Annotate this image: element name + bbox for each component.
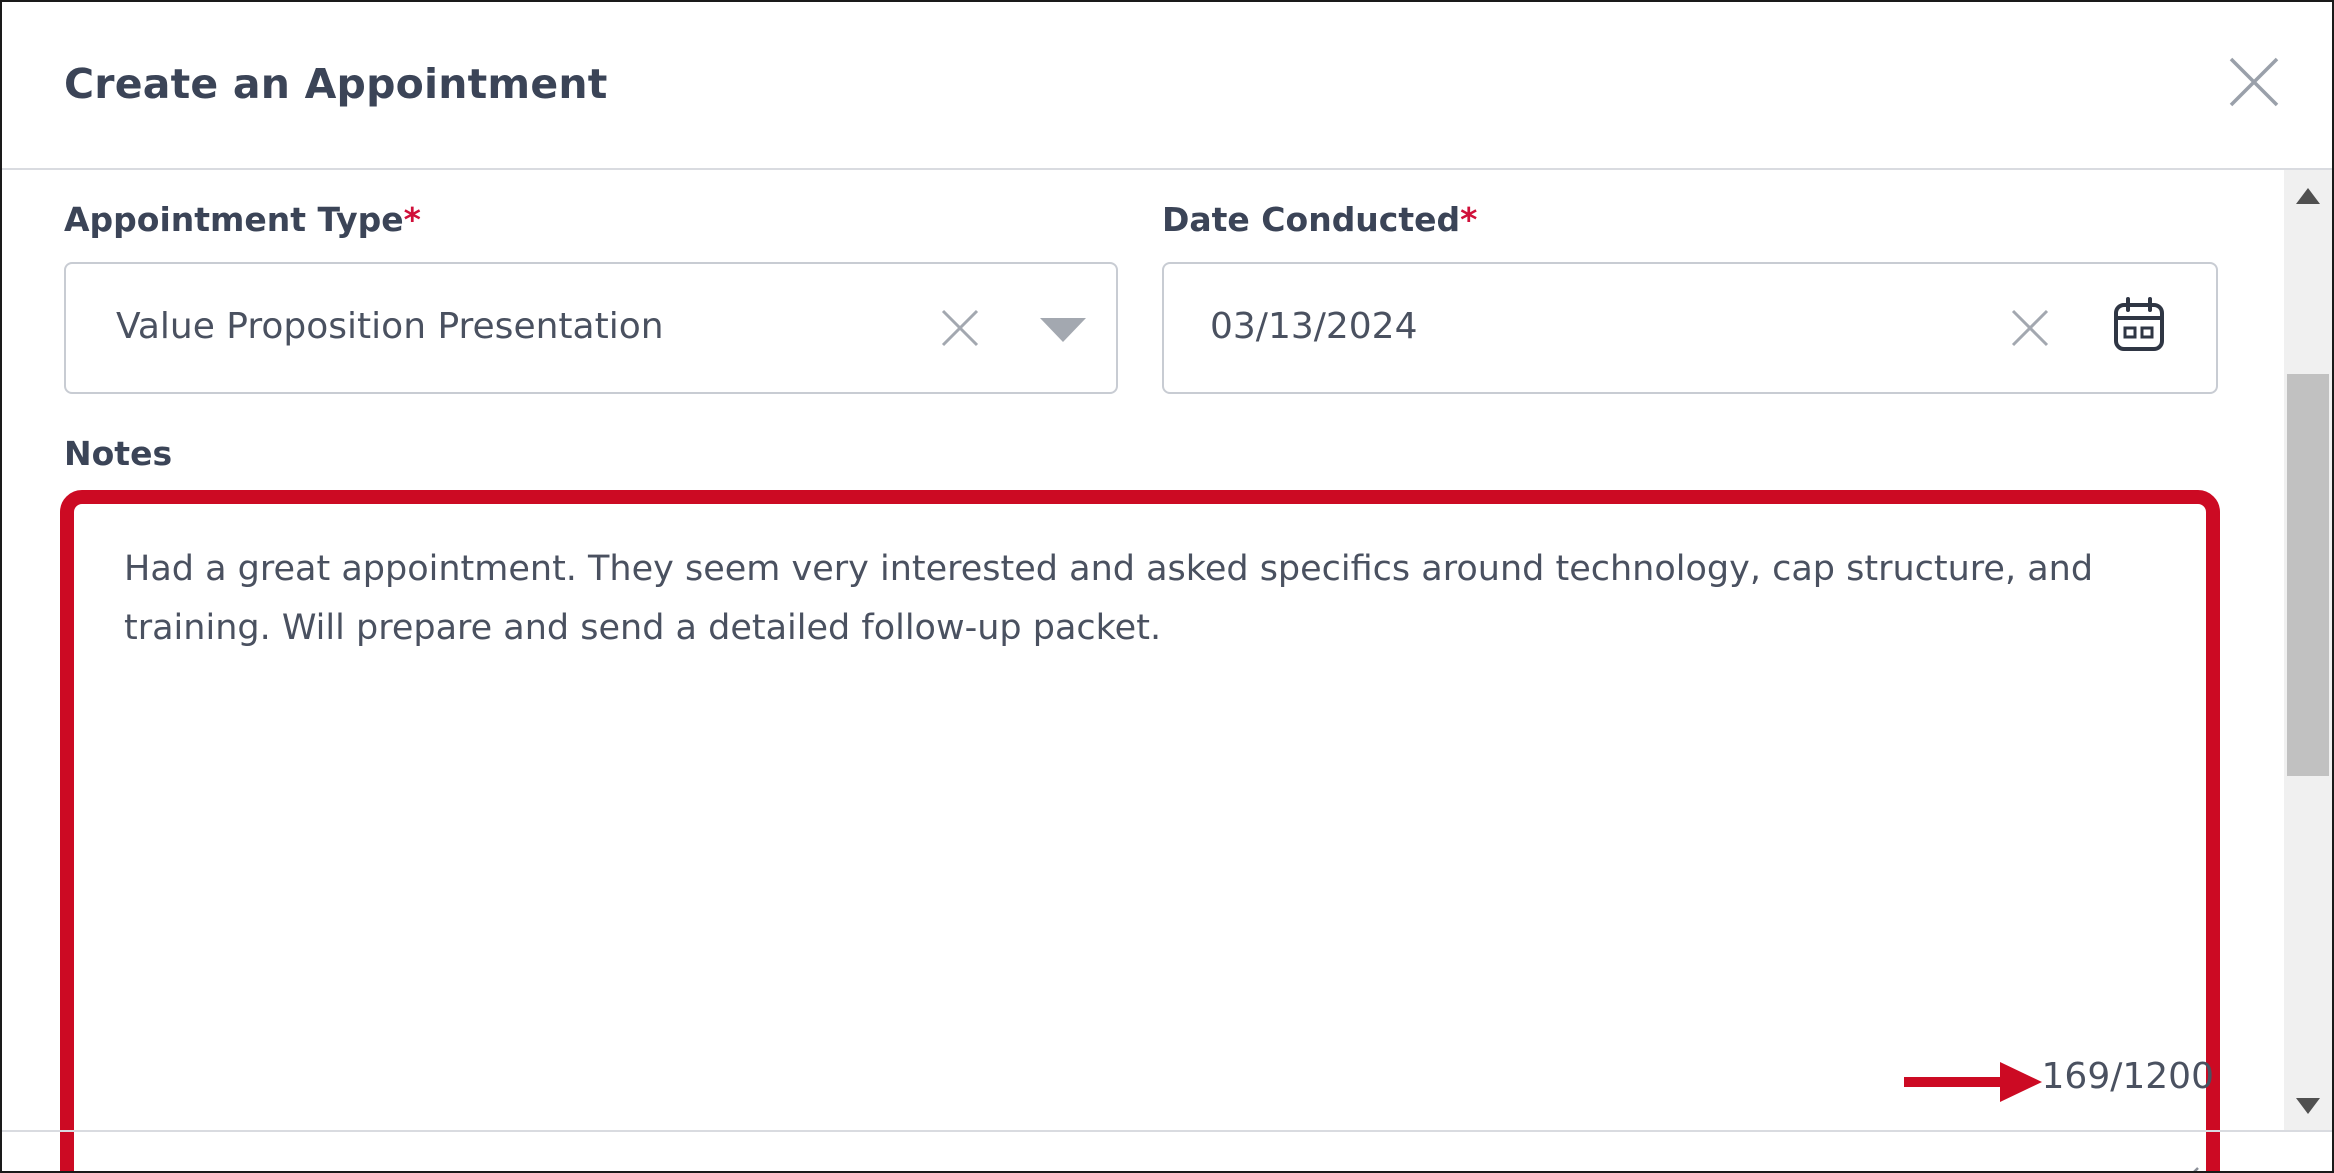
- date-conducted-value: 03/13/2024: [1210, 306, 1418, 347]
- resize-handle-icon[interactable]: [2176, 1164, 2200, 1171]
- date-conducted-input[interactable]: 03/13/2024: [1162, 262, 2218, 394]
- footer-divider: [2, 1130, 2332, 1132]
- date-conducted-label-text: Date Conducted: [1162, 200, 1461, 239]
- appointment-type-label: Appointment Type*: [64, 200, 421, 239]
- scrollbar-thumb[interactable]: [2287, 374, 2329, 776]
- clear-icon[interactable]: [2010, 308, 2050, 352]
- appointment-type-value: Value Proposition Presentation: [116, 306, 664, 347]
- appointment-dialog: Create an Appointment Appointment Type* …: [0, 0, 2334, 1173]
- date-conducted-label: Date Conducted*: [1162, 200, 1477, 239]
- annotation-arrow-icon: [1904, 1060, 2044, 1108]
- appointment-type-label-text: Appointment Type: [64, 200, 404, 239]
- required-mark: *: [403, 200, 421, 239]
- required-mark: *: [1460, 200, 1478, 239]
- clear-icon[interactable]: [940, 308, 980, 352]
- dialog-title: Create an Appointment: [64, 60, 608, 108]
- scroll-down-icon[interactable]: [2296, 1098, 2320, 1118]
- dropdown-arrow-icon[interactable]: [1040, 318, 1086, 346]
- character-counter: 169/1200: [2041, 1056, 2214, 1097]
- calendar-icon[interactable]: [2112, 296, 2166, 358]
- notes-label: Notes: [64, 434, 173, 473]
- close-icon[interactable]: [2228, 56, 2280, 108]
- scroll-up-icon[interactable]: [2296, 188, 2320, 208]
- notes-textarea[interactable]: Had a great appointment. They seem very …: [60, 490, 2220, 1171]
- notes-text: Had a great appointment. They seem very …: [124, 549, 2094, 648]
- appointment-type-select[interactable]: Value Proposition Presentation: [64, 262, 1118, 394]
- dialog-body: Appointment Type* Value Proposition Pres…: [2, 170, 2284, 1171]
- dialog-header: Create an Appointment: [2, 2, 2332, 170]
